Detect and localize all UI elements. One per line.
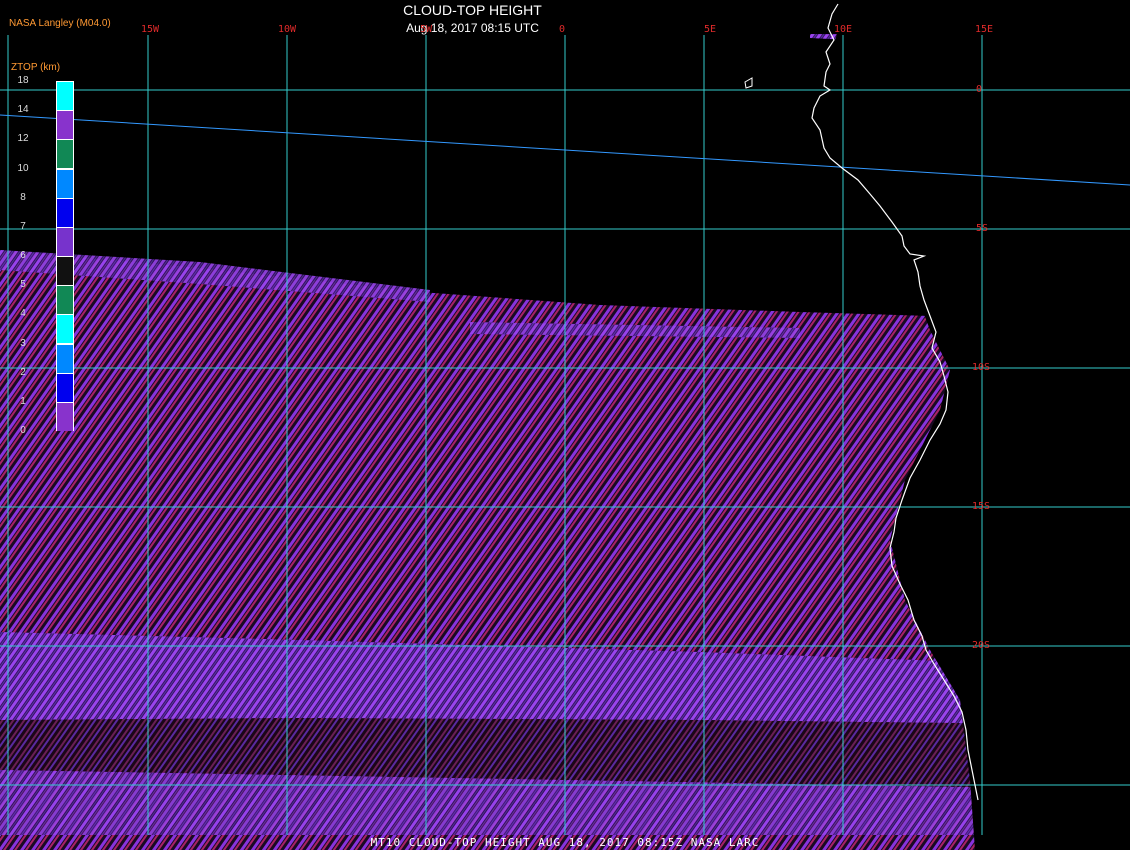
lon-label: 15E [975,24,994,35]
colorbar-tick-label: 4 [20,308,26,320]
colorbar-tick-label: 0 [20,425,26,436]
colorbar-segment [57,373,73,402]
colorbar-segment [57,111,73,140]
source-label: NASA Langley (M04.0) [9,18,111,29]
footer-banner: MT10 CLOUD-TOP HEIGHT AUG 18, 2017 08:15… [370,836,760,849]
colorbar-tick-label: 18 [17,75,29,86]
colorbar-segment [57,227,73,256]
colorbar-segment [57,315,73,344]
colorbar-segment [57,344,73,373]
colorbar-segment [57,402,73,431]
colorbar-tick-label: 8 [20,191,26,203]
map-title: CLOUD-TOP HEIGHT [403,2,542,18]
lat-label: 15S [972,501,991,512]
colorbar-segment [57,286,73,315]
colorbar-tick-label: 5 [20,279,26,291]
lat-label: 10S [972,362,991,373]
colorbar-tick-label: 3 [20,337,26,349]
lat-label: 5S [976,223,989,234]
lon-label: 10W [278,24,297,35]
colorbar-segment [57,198,73,227]
colorbar-segment [57,140,73,169]
legend-title: ZTOP (km) [11,62,61,73]
lon-label: 0 [559,24,566,35]
colorbar [56,81,74,431]
lon-label: 10E [834,24,853,35]
colorbar-segment [57,169,73,198]
satellite-map [0,3,1130,850]
lat-label: 20S [972,640,991,651]
lat-label: 0 [976,84,983,95]
lon-label: 15W [141,24,160,35]
colorbar-tick-label: 10 [17,162,29,174]
colorbar-tick-label: 6 [20,250,26,261]
colorbar-tick-label: 12 [17,133,29,145]
colorbar-tick-label: 7 [20,220,26,232]
lon-label: 5E [704,24,717,35]
island [744,77,753,89]
colorbar-tick-label: 1 [20,395,26,407]
colorbar-tick-label: 2 [20,366,26,378]
colorbar-tick-label: 14 [17,104,29,116]
colorbar-segment [57,82,73,111]
colorbar-segment [57,257,73,286]
lon-label: 5W [420,24,433,35]
